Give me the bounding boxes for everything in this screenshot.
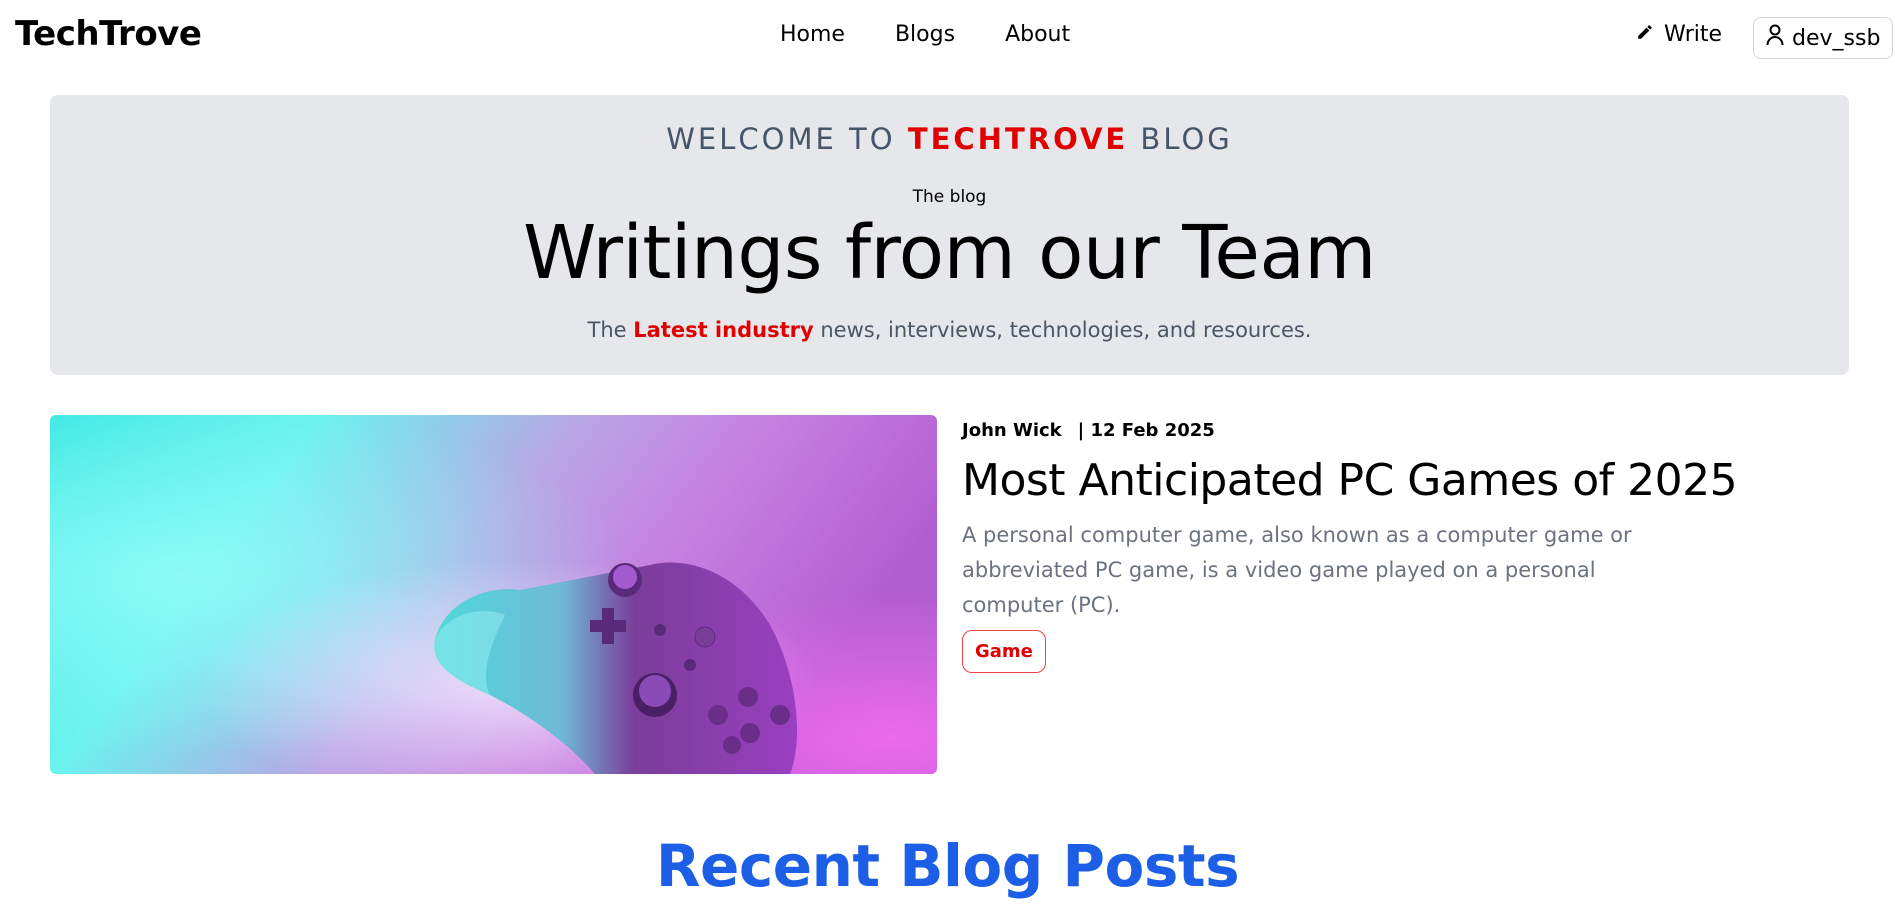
nav-link-about[interactable]: About xyxy=(1005,22,1070,47)
featured-post-image[interactable] xyxy=(50,415,937,774)
user-menu-button[interactable]: dev_ssb xyxy=(1753,17,1894,59)
nav-link-home[interactable]: Home xyxy=(780,22,845,47)
desc-suffix: news, interviews, technologies, and reso… xyxy=(820,318,1312,342)
recent-posts-heading: Recent Blog Posts xyxy=(655,832,1240,900)
post-date: | 12 Feb 2025 xyxy=(1077,420,1215,441)
post-title[interactable]: Most Anticipated PC Games of 2025 xyxy=(962,455,1738,506)
username-label: dev_ssb xyxy=(1792,25,1881,51)
write-button[interactable]: Write xyxy=(1636,22,1722,47)
hero-subtitle: The blog xyxy=(912,187,987,207)
post-excerpt: A personal computer game, also known as … xyxy=(962,523,1632,617)
desc-highlight: Latest industry xyxy=(633,318,814,342)
post-meta: John Wick | 12 Feb 2025 xyxy=(962,420,1215,441)
hero-title: Writings from our Team xyxy=(523,210,1376,296)
brand-logo[interactable]: TechTrove xyxy=(15,14,202,54)
hero-welcome: WELCOME TO TECHTROVE BLOG xyxy=(50,122,1849,156)
nav-links: Home Blogs About xyxy=(780,22,1070,47)
pencil-icon xyxy=(1636,22,1654,47)
hero-banner: WELCOME TO TECHTROVE BLOG The blog Writi… xyxy=(50,95,1849,375)
top-navbar: TechTrove Home Blogs About Write dev_ssb xyxy=(0,0,1895,78)
post-author[interactable]: John Wick xyxy=(962,420,1062,441)
nav-link-blogs[interactable]: Blogs xyxy=(895,22,955,47)
welcome-suffix: BLOG xyxy=(1140,122,1233,156)
welcome-prefix: WELCOME TO xyxy=(666,122,896,156)
hero-description: The Latest industry news, interviews, te… xyxy=(50,318,1849,342)
welcome-brand: TECHTROVE xyxy=(907,122,1129,156)
write-label: Write xyxy=(1664,22,1723,47)
desc-prefix: The xyxy=(587,318,627,342)
user-icon xyxy=(1766,24,1784,52)
post-tag-game[interactable]: Game xyxy=(962,630,1046,673)
